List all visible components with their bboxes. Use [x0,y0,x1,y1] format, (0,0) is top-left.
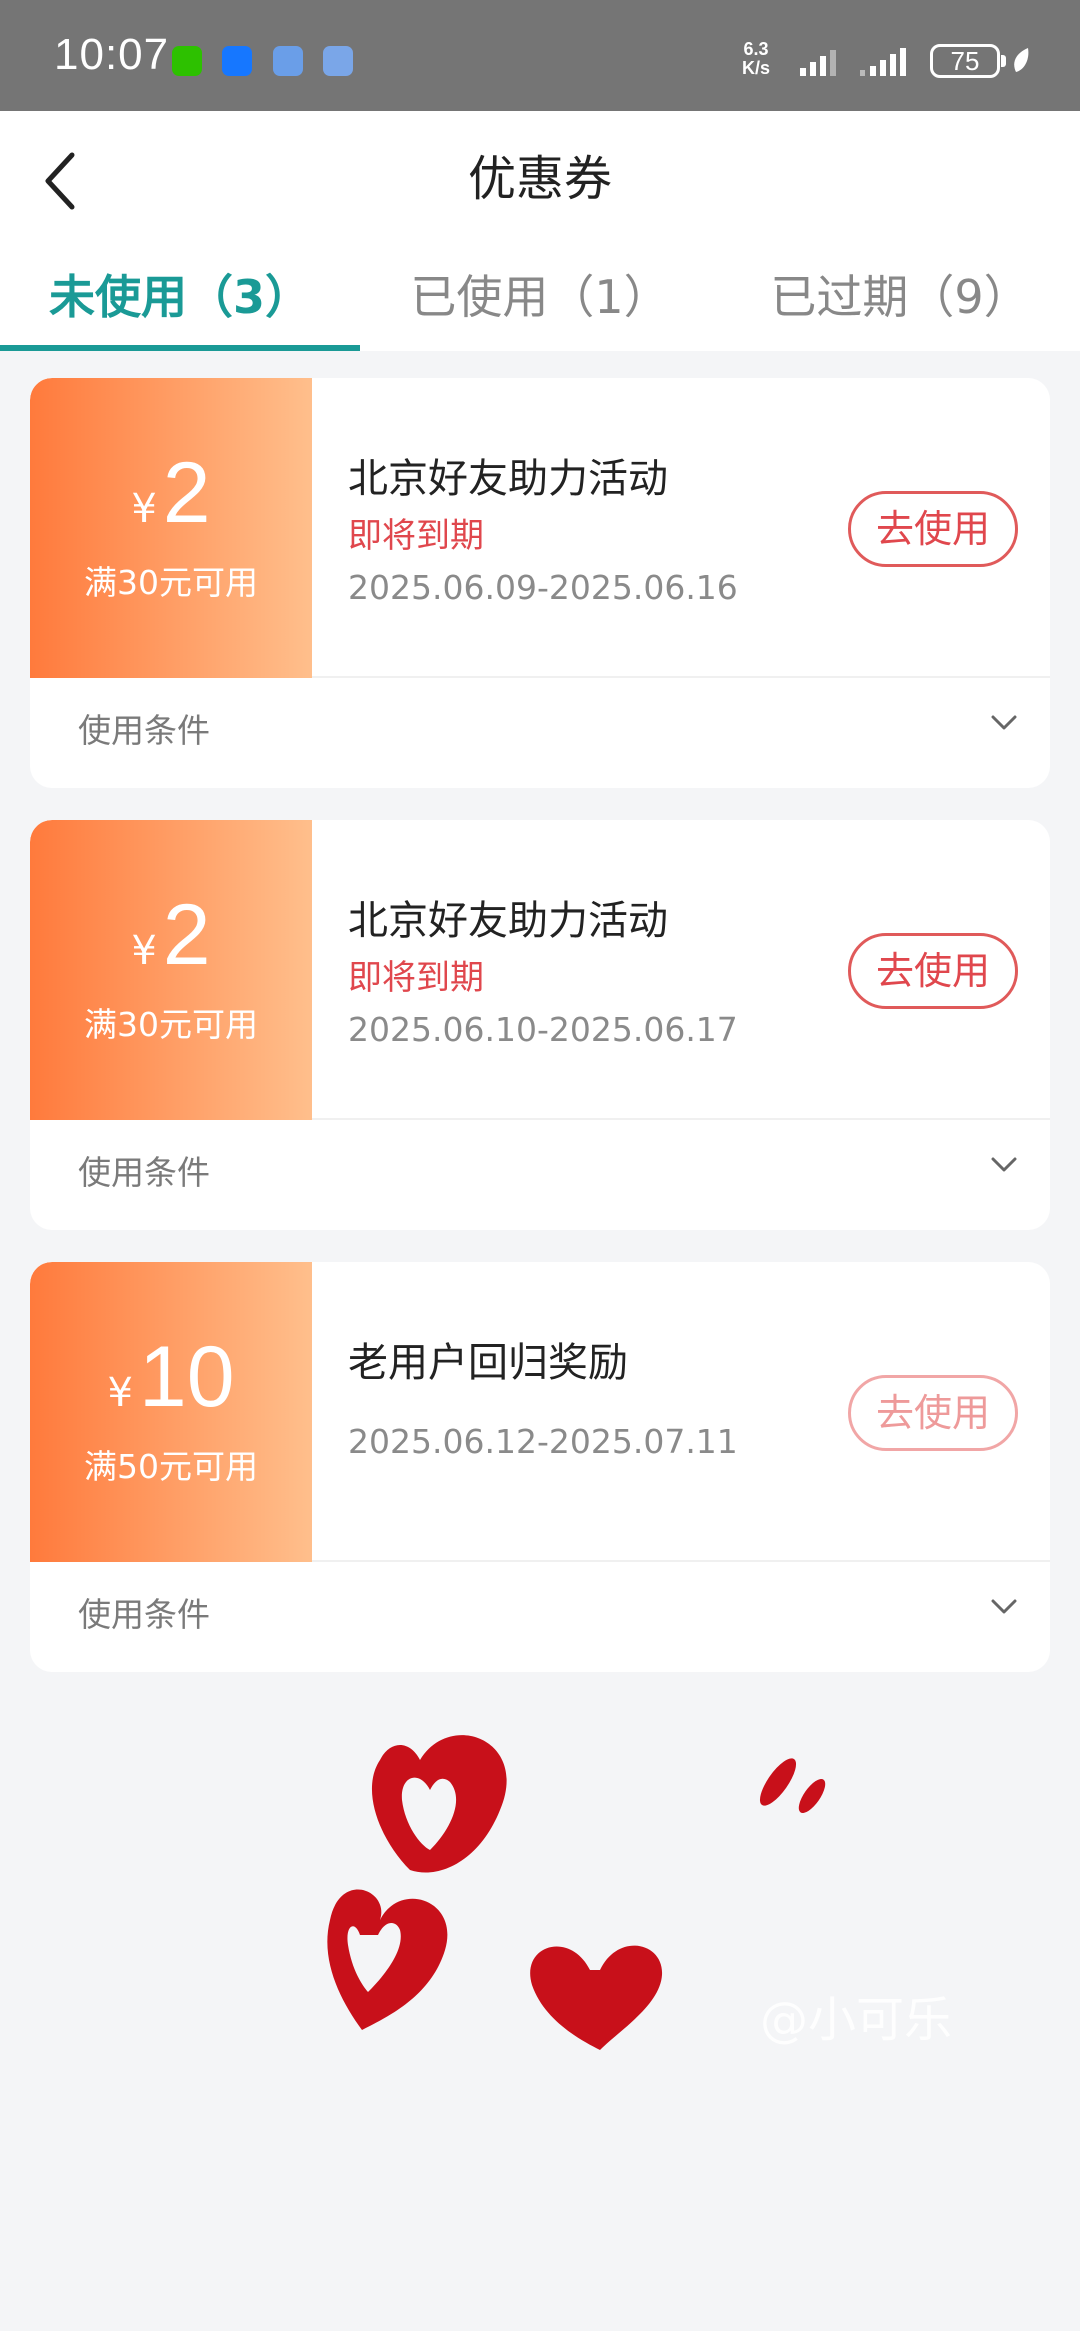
signal-icon [800,50,836,76]
coupon-main: ¥2 满30元可用 北京好友助力活动 即将到期 2025.06.09-2025.… [30,378,1050,678]
heart-stroke [759,1758,797,1806]
coupon-amount: 2 [162,445,211,541]
coupon-name: 老用户回归奖励 [348,1340,628,1386]
coupon-threshold: 满30元可用 [84,1005,258,1044]
coupon-amount-panel: ¥2 满30元可用 [30,378,312,678]
use-coupon-button[interactable]: 去使用 [848,933,1018,1009]
heart-stroke [798,1778,826,1814]
header: 优惠券 未使用（3） 已使用（1） 已过期（9） [0,111,1080,351]
wechat-icon [172,46,202,76]
app-notification-icon [222,46,252,76]
currency-symbol: ¥ [131,486,157,532]
heart-icon [530,1945,663,2050]
coupon-date-range: 2025.06.12-2025.07.11 [348,1422,738,1461]
watermark-text: @小可乐 [760,1992,953,2048]
coupon-name: 北京好友助力活动 [348,456,668,502]
currency-symbol: ¥ [107,1370,133,1416]
tab-active-indicator [0,345,360,351]
coupon-card: ¥2 满30元可用 北京好友助力活动 即将到期 2025.06.10-2025.… [30,820,1050,1230]
heart-outline-icon [371,1735,507,1873]
usage-conditions-label: 使用条件 [78,1595,210,1634]
tab-bar: 未使用（3） 已使用（1） 已过期（9） [0,251,1080,351]
use-coupon-button[interactable]: 去使用 [848,1375,1018,1451]
usage-conditions-label: 使用条件 [78,711,210,750]
coupon-threshold: 满50元可用 [84,1447,258,1486]
leaf-icon [1014,48,1029,72]
wallet-notification-icon [323,46,353,76]
heart-outline-icon [327,1889,448,2030]
chevron-down-icon [991,715,1017,730]
signal-icon [860,48,906,76]
coupon-amount-panel: ¥10 满50元可用 [30,1262,312,1562]
coupon-amount: 10 [138,1329,235,1425]
coupon-name: 北京好友助力活动 [348,898,668,944]
coupon-main: ¥2 满30元可用 北京好友助力活动 即将到期 2025.06.10-2025.… [30,820,1050,1120]
expiring-soon-tag: 即将到期 [348,516,484,556]
status-bar: 10:07 6.3 K/s 75 [0,0,1080,111]
coupon-amount: 2 [162,887,211,983]
coupon-date-range: 2025.06.09-2025.06.16 [348,568,738,607]
battery-cap [1001,55,1006,67]
coupon-amount-panel: ¥2 满30元可用 [30,820,312,1120]
usage-conditions-toggle[interactable]: 使用条件 [30,680,1050,788]
tab-expired[interactable]: 已过期（9） [720,251,1080,351]
usage-conditions-label: 使用条件 [78,1153,210,1192]
tab-label: 未使用（3） [48,270,311,324]
coupon-threshold: 满30元可用 [84,563,258,602]
coupon-card: ¥2 满30元可用 北京好友助力活动 即将到期 2025.06.09-2025.… [30,378,1050,788]
page-title: 优惠券 [467,151,612,207]
tab-used[interactable]: 已使用（1） [360,251,720,351]
network-speed: 6.3 K/s [742,39,771,78]
mail-notification-icon [273,46,303,76]
chevron-down-icon [991,1599,1017,1614]
usage-conditions-toggle[interactable]: 使用条件 [30,1564,1050,1672]
coupon-card: ¥10 满50元可用 老用户回归奖励 2025.06.12-2025.07.11… [30,1262,1050,1672]
status-time: 10:07 [54,30,170,79]
battery-icon: 75 [930,44,1000,78]
currency-symbol: ¥ [131,928,157,974]
expiring-soon-tag: 即将到期 [348,958,484,998]
coupon-date-range: 2025.06.10-2025.06.17 [348,1010,738,1049]
use-coupon-button[interactable]: 去使用 [848,491,1018,567]
chevron-down-icon [991,1157,1017,1172]
coupon-main: ¥10 满50元可用 老用户回归奖励 2025.06.12-2025.07.11… [30,1262,1050,1562]
tab-unused[interactable]: 未使用（3） [0,251,360,351]
tab-label: 已过期（9） [770,270,1030,324]
tab-label: 已使用（1） [410,270,670,324]
usage-conditions-toggle[interactable]: 使用条件 [30,1122,1050,1230]
